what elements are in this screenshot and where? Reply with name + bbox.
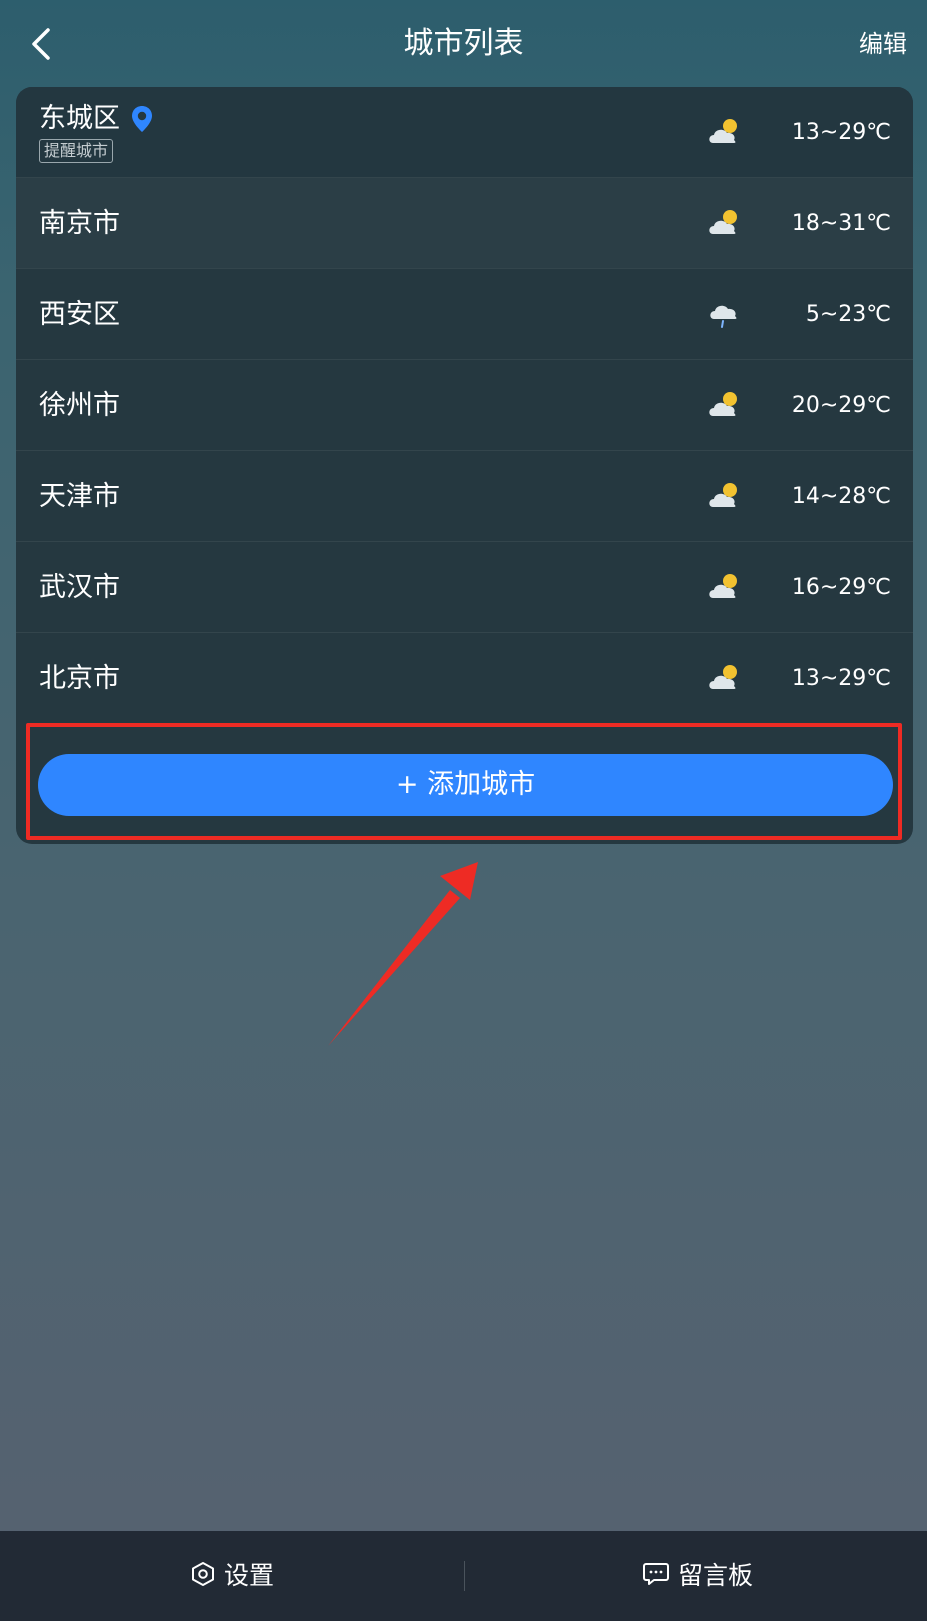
city-name: 北京市 [39,663,120,694]
temperature-range: 18~31℃ [791,211,891,236]
city-row-nanjing[interactable]: 南京市 18~31℃ [16,178,913,269]
top-nav-bar: 城市列表 编辑 [0,0,927,84]
city-name: 徐州市 [39,390,120,421]
temperature-range: 5~23℃ [805,302,891,327]
settings-label: 设置 [224,1561,275,1590]
light-rain-icon [710,305,737,328]
settings-tab[interactable]: 设置 [190,1531,274,1621]
tab-divider [464,1561,465,1591]
temperature-range: 13~29℃ [791,666,891,691]
partly-cloudy-icon [709,210,737,234]
settings-icon [192,1562,214,1586]
partly-cloudy-icon [709,574,737,598]
city-row-dongcheng[interactable]: 东城区 提醒城市 13~29℃ [16,87,913,178]
partly-cloudy-icon [709,392,737,416]
message-board-label: 留言板 [678,1561,754,1590]
city-row-tianjin[interactable]: 天津市 14~28℃ [16,451,913,542]
city-name: 东城区 [39,103,120,134]
city-name: 天津市 [39,481,120,512]
highlight-box [26,723,902,840]
message-icon [643,1563,669,1585]
temperature-range: 13~29℃ [791,120,891,145]
city-name: 武汉市 [39,572,120,603]
city-row-xian[interactable]: 西安区 5~23℃ [16,269,913,360]
message-board-tab[interactable]: 留言板 [642,1531,753,1621]
city-row-wuhan[interactable]: 武汉市 16~29℃ [16,542,913,633]
bottom-toolbar: 设置 留言板 [0,1531,927,1621]
temperature-range: 16~29℃ [791,575,891,600]
temperature-range: 14~28℃ [791,484,891,509]
city-name: 南京市 [39,208,120,239]
location-pin-icon [132,106,152,132]
partly-cloudy-icon [709,119,737,143]
page-title: 城市列表 [403,26,524,61]
reminder-city-badge: 提醒城市 [39,139,114,163]
city-row-xuzhou[interactable]: 徐州市 20~29℃ [16,360,913,451]
partly-cloudy-icon [709,483,737,507]
city-row-beijing[interactable]: 北京市 13~29℃ [16,633,913,724]
temperature-range: 20~29℃ [791,393,891,418]
partly-cloudy-icon [709,665,737,689]
city-name: 西安区 [39,299,120,330]
red-arrow-icon [328,862,478,1046]
edit-button[interactable]: 编辑 [859,20,907,68]
